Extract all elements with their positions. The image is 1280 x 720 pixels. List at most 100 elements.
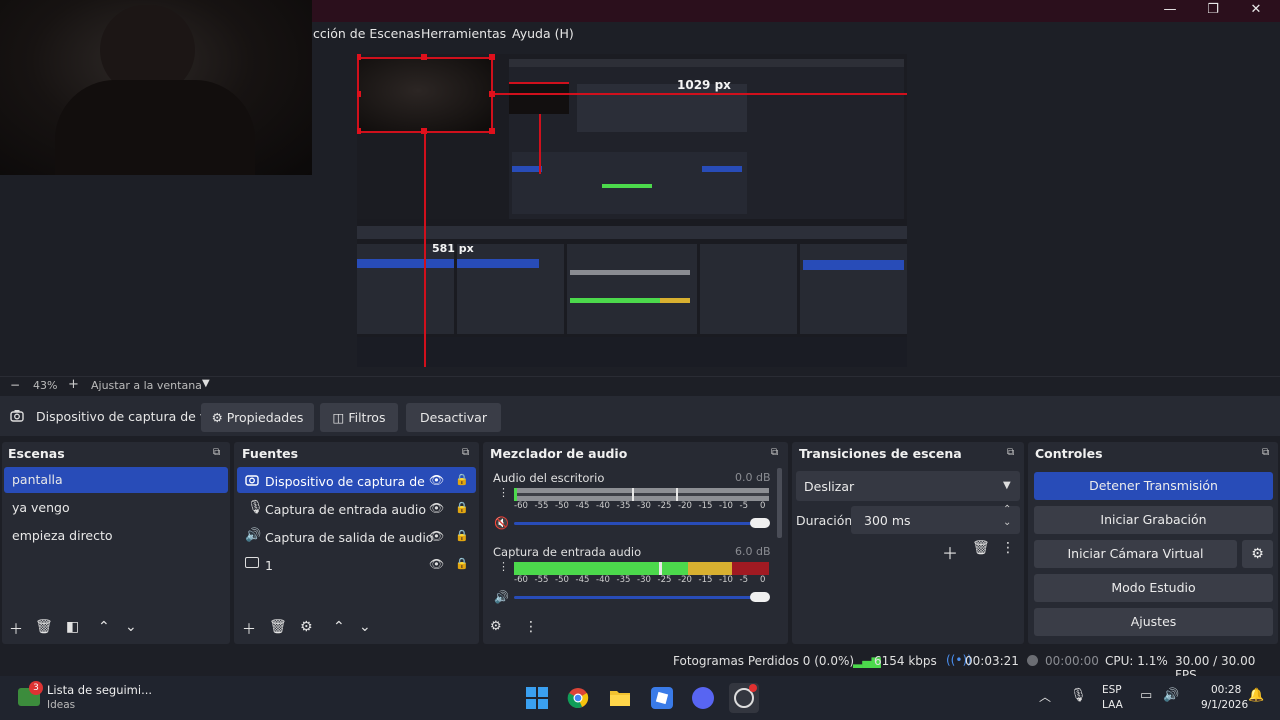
add-scene-icon[interactable]: ＋	[9, 619, 23, 639]
meter-tick-label: -45	[575, 501, 590, 511]
menu-scene-collection[interactable]: cción de Escenas	[313, 26, 420, 41]
stepper-down-icon[interactable]: ⌄	[1003, 517, 1011, 528]
channel-menu-icon[interactable]: ⋮	[498, 487, 509, 498]
channel-menu-icon[interactable]: ⋮	[498, 561, 509, 572]
zoom-out-button[interactable]: −	[10, 378, 20, 392]
lock-icon[interactable]: 🔒	[455, 529, 469, 542]
clock-time[interactable]: 00:28	[1211, 684, 1241, 696]
move-up-icon[interactable]: ⌃	[98, 619, 110, 635]
handle[interactable]	[489, 91, 495, 97]
meter-tick-label: -15	[698, 501, 713, 511]
advanced-audio-icon[interactable]: ⚙	[490, 619, 502, 634]
speaker-icon[interactable]: 🔊	[494, 590, 509, 604]
menu-tools[interactable]: Herramientas	[421, 26, 506, 41]
meter-tick-label: -35	[616, 575, 631, 585]
filters-button[interactable]: ◫ Filtros	[320, 403, 398, 432]
source-label[interactable]: Captura de entrada audio	[265, 502, 426, 517]
zoom-fit-label[interactable]: Ajustar a la ventana	[91, 379, 202, 392]
preview-canvas[interactable]: 1029 px 581 px	[357, 54, 907, 367]
file-explorer-icon[interactable]	[609, 688, 631, 708]
undock-icon[interactable]: ⧉	[462, 447, 469, 458]
nested-webcam	[357, 57, 492, 132]
menu-dots-icon[interactable]: ⋮	[1001, 540, 1015, 556]
undock-icon[interactable]: ⧉	[213, 447, 220, 458]
webcam-shoulders	[55, 80, 255, 175]
scene-item[interactable]: ya vengo	[4, 495, 228, 521]
handle[interactable]	[489, 128, 495, 134]
volume-slider[interactable]	[514, 596, 759, 599]
handle[interactable]	[421, 54, 427, 60]
stop-stream-button[interactable]: Detener Transmisión	[1034, 472, 1273, 500]
stepper-up-icon[interactable]: ⌃	[1003, 504, 1011, 515]
chevron-down-icon[interactable]: ▼	[202, 378, 210, 389]
meter-tick-label: -25	[657, 501, 672, 511]
widget-title[interactable]: Lista de seguimi...	[47, 683, 152, 697]
windows-start-icon[interactable]	[526, 687, 548, 709]
move-up-icon[interactable]: ⌃	[333, 619, 345, 635]
handle[interactable]	[489, 54, 495, 60]
minimize-button[interactable]: —	[1147, 0, 1193, 22]
language-code[interactable]: ESP	[1102, 684, 1122, 696]
source-label[interactable]: Captura de salida de audio	[265, 530, 433, 545]
chevron-down-icon[interactable]: ▼	[1003, 480, 1011, 491]
level-meter-bar	[514, 488, 769, 493]
eye-icon[interactable]: 👁	[429, 557, 444, 571]
muted-speaker-icon[interactable]: 🔇	[494, 516, 509, 530]
network-icon[interactable]: ▭	[1140, 688, 1152, 703]
language-layout[interactable]: LAA	[1102, 699, 1123, 711]
handle[interactable]	[357, 91, 361, 97]
zoom-in-button[interactable]: +	[68, 377, 79, 392]
volume-slider[interactable]	[514, 522, 759, 525]
chevron-up-icon[interactable]: ︿	[1039, 688, 1051, 705]
source-label[interactable]: 1	[265, 558, 273, 573]
handle[interactable]	[357, 128, 361, 134]
start-recording-button[interactable]: Iniciar Grabación	[1034, 506, 1273, 534]
scene-item[interactable]: pantalla	[4, 467, 228, 493]
move-down-icon[interactable]: ⌄	[359, 619, 371, 635]
scene-filters-icon[interactable]: ◧	[66, 619, 79, 635]
nested-source-selected	[457, 259, 539, 268]
eye-icon[interactable]: 👁	[429, 501, 444, 515]
trash-icon[interactable]: 🗑	[269, 619, 287, 635]
handle[interactable]	[357, 54, 361, 60]
menu-help[interactable]: Ayuda (H)	[512, 26, 574, 41]
gear-icon[interactable]: ⚙	[300, 619, 313, 635]
trash-icon[interactable]: 🗑	[972, 540, 990, 556]
undock-icon[interactable]: ⧉	[1262, 447, 1269, 458]
lock-icon[interactable]: 🔒	[455, 501, 469, 514]
notifications-icon[interactable]: 🔔	[1248, 688, 1264, 703]
lock-icon[interactable]: 🔒	[455, 557, 469, 570]
move-down-icon[interactable]: ⌄	[125, 619, 137, 635]
handle[interactable]	[421, 128, 427, 134]
volume-slider-handle[interactable]	[750, 592, 770, 602]
studio-mode-button[interactable]: Modo Estudio	[1034, 574, 1273, 602]
microphone-icon[interactable]: 🎙	[1070, 688, 1087, 703]
eye-icon[interactable]: 👁	[429, 529, 444, 543]
add-transition-icon[interactable]: ＋	[942, 540, 958, 564]
virtual-camera-settings-button[interactable]: ⚙	[1242, 540, 1273, 568]
lock-icon[interactable]: 🔒	[455, 473, 469, 486]
deactivate-button[interactable]: Desactivar	[406, 403, 501, 432]
scene-item[interactable]: empieza directo	[4, 523, 228, 549]
nested-transitions-dock	[700, 244, 797, 334]
menu-dots-icon[interactable]: ⋮	[524, 619, 538, 635]
add-source-icon[interactable]: ＋	[242, 619, 256, 639]
meter-tick-label: -60	[514, 575, 528, 585]
mixer-scrollbar[interactable]	[777, 468, 782, 538]
undock-icon[interactable]: ⧉	[1007, 447, 1014, 458]
volume-icon[interactable]: 🔊	[1163, 688, 1179, 703]
close-button[interactable]: ✕	[1233, 0, 1279, 22]
volume-slider-handle[interactable]	[750, 518, 770, 528]
roblox-icon[interactable]	[651, 687, 673, 709]
properties-button[interactable]: ⚙ Propiedades	[201, 403, 314, 432]
settings-button[interactable]: Ajustes	[1034, 608, 1273, 636]
restore-button[interactable]: ❐	[1190, 0, 1236, 22]
eye-icon[interactable]: 👁	[429, 473, 444, 487]
trash-icon[interactable]: 🗑	[35, 619, 53, 635]
undock-icon[interactable]: ⧉	[771, 447, 778, 458]
chrome-icon[interactable]	[567, 687, 589, 709]
meter-tick-label: -5	[739, 575, 748, 585]
clock-date[interactable]: 9/1/2026	[1201, 699, 1248, 711]
start-virtual-camera-button[interactable]: Iniciar Cámara Virtual	[1034, 540, 1237, 568]
discord-icon[interactable]	[692, 687, 714, 709]
